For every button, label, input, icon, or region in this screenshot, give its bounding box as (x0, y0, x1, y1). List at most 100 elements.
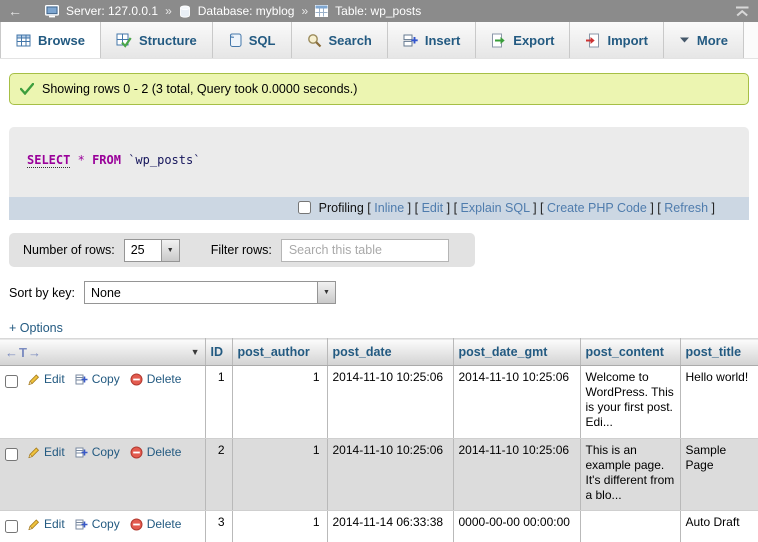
breadcrumb-table-link[interactable]: Table: wp_posts (335, 4, 421, 18)
tab-export[interactable]: Export (476, 22, 570, 58)
table-row: Edit Copy Delete 1 1 2014-11-10 10:25:06 2… (0, 366, 758, 439)
bracket: [ (657, 201, 660, 215)
profiling-checkbox[interactable] (298, 201, 311, 214)
pencil-icon (27, 373, 40, 386)
tab-more[interactable]: More (664, 22, 744, 58)
profiling-label: Profiling (319, 201, 364, 215)
number-of-rows-label: Number of rows: (23, 243, 115, 257)
tab-sql[interactable]: SQL (213, 22, 292, 58)
cell-post-date-gmt: 2014-11-10 10:25:06 (453, 366, 580, 439)
sql-icon (228, 33, 242, 48)
tab-search[interactable]: Search (292, 22, 388, 58)
rows-control-bar: Number of rows: 25 Filter rows: (9, 233, 475, 267)
sort-key-select[interactable]: None (84, 281, 336, 304)
tab-label: Import (607, 33, 647, 48)
results-table: ←T→ ▼ ID post_author post_date post_date… (0, 338, 758, 542)
tab-label: Insert (425, 33, 460, 48)
copy-link[interactable]: Copy (75, 517, 120, 531)
tab-insert[interactable]: Insert (388, 22, 476, 58)
structure-icon (116, 33, 132, 48)
cell-id: 2 (205, 439, 232, 511)
delete-icon (130, 373, 143, 386)
filter-rows-label: Filter rows: (211, 243, 272, 257)
cell-id: 3 (205, 511, 232, 542)
options-toggle-link[interactable]: + Options (9, 321, 63, 335)
inline-link[interactable]: Inline (374, 201, 404, 215)
delete-link[interactable]: Delete (130, 517, 182, 531)
edit-query-link[interactable]: Edit (422, 201, 444, 215)
create-php-code-link[interactable]: Create PHP Code (547, 201, 647, 215)
cell-post-author: 1 (232, 439, 327, 511)
column-header-post-date-gmt[interactable]: post_date_gmt (453, 339, 580, 366)
edit-link[interactable]: Edit (27, 372, 65, 386)
breadcrumb-separator: » (165, 4, 172, 18)
breadcrumb-separator: » (301, 4, 308, 18)
sql-keyword-select[interactable]: SELECT (27, 153, 70, 168)
chevron-down-icon (679, 36, 690, 44)
cell-post-content: This is an example page. It's different … (580, 439, 680, 511)
sql-query-text: SELECT * FROM `wp_posts` (9, 127, 749, 197)
cell-post-author: 1 (232, 366, 327, 439)
explain-sql-link[interactable]: Explain SQL (461, 201, 530, 215)
export-icon (491, 33, 506, 48)
sort-by-key-label: Sort by key: (9, 286, 75, 300)
breadcrumb: ← Server: 127.0.0.1 » Database: myblog »… (0, 0, 758, 22)
sort-key-select-wrap: None (84, 281, 336, 304)
status-message: Showing rows 0 - 2 (3 total, Query took … (9, 73, 749, 105)
sql-keyword-from: FROM (92, 153, 121, 167)
cell-post-title: Hello world! (680, 366, 758, 439)
delete-link[interactable]: Delete (130, 445, 182, 459)
tab-label: Browse (38, 33, 85, 48)
row-actions-cell: Edit Copy Delete (0, 511, 205, 542)
insert-icon (403, 33, 418, 48)
copy-icon (75, 373, 88, 386)
sort-row: Sort by key: None (9, 281, 758, 304)
bracket: ] (533, 201, 536, 215)
refresh-link[interactable]: Refresh (664, 201, 708, 215)
success-check-icon (20, 83, 34, 95)
delete-icon (130, 446, 143, 459)
copy-link[interactable]: Copy (75, 445, 120, 459)
collapse-console-icon[interactable] (735, 6, 750, 17)
cell-post-content: Welcome to WordPress. This is your first… (580, 366, 680, 439)
bracket: ] (447, 201, 450, 215)
table-icon (315, 5, 328, 17)
cell-post-date: 2014-11-14 06:33:38 (327, 511, 453, 542)
tab-strip: Browse Structure SQL Search Insert Expor… (0, 22, 758, 59)
breadcrumb-server-link[interactable]: Server: 127.0.0.1 (66, 4, 158, 18)
browse-table-icon (16, 33, 31, 48)
column-header-post-author[interactable]: post_author (232, 339, 327, 366)
number-of-rows-select[interactable]: 25 (124, 239, 180, 262)
tab-browse[interactable]: Browse (0, 22, 101, 58)
column-header-post-date[interactable]: post_date (327, 339, 453, 366)
bracket: [ (540, 201, 543, 215)
filter-rows-input[interactable] (281, 239, 449, 262)
row-select-checkbox[interactable] (5, 520, 18, 533)
transpose-icon[interactable]: ←T→ (5, 345, 42, 360)
edit-link[interactable]: Edit (27, 445, 65, 459)
copy-link[interactable]: Copy (75, 372, 120, 386)
bracket: ] (650, 201, 653, 215)
copy-icon (75, 518, 88, 531)
column-header-post-content[interactable]: post_content (580, 339, 680, 366)
back-arrow-icon[interactable]: ← (8, 3, 22, 19)
actions-header-cell: ←T→ ▼ (0, 339, 205, 366)
column-header-id[interactable]: ID (205, 339, 232, 366)
row-select-checkbox[interactable] (5, 375, 18, 388)
search-icon (307, 33, 322, 48)
tab-import[interactable]: Import (570, 22, 663, 58)
number-of-rows-select-wrap: 25 (124, 239, 180, 262)
tab-structure[interactable]: Structure (101, 22, 213, 58)
delete-link[interactable]: Delete (130, 372, 182, 386)
cell-post-date: 2014-11-10 10:25:06 (327, 366, 453, 439)
status-message-text: Showing rows 0 - 2 (3 total, Query took … (42, 82, 357, 96)
column-menu-arrow-icon[interactable]: ▼ (191, 347, 200, 357)
bracket: [ (415, 201, 418, 215)
breadcrumb-database-link[interactable]: Database: myblog (198, 4, 295, 18)
column-header-post-title[interactable]: post_title (680, 339, 758, 366)
tab-label: Export (513, 33, 554, 48)
cell-id: 1 (205, 366, 232, 439)
edit-link[interactable]: Edit (27, 517, 65, 531)
row-select-checkbox[interactable] (5, 448, 18, 461)
bracket: [ (454, 201, 457, 215)
